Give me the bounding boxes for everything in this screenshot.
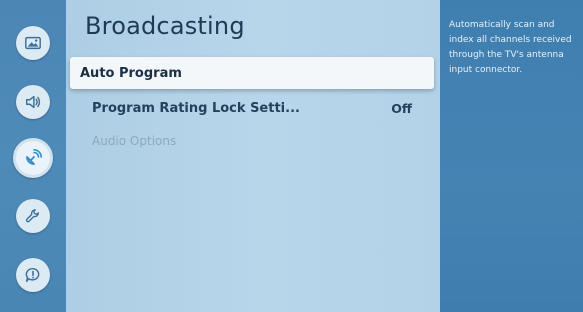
rail-item-support[interactable] (16, 258, 50, 292)
sound-icon (25, 95, 41, 109)
menu-item-audio-options: Audio Options (70, 125, 434, 157)
menu-item-label: Auto Program (80, 65, 182, 81)
menu-item-program-rating-lock[interactable]: Program Rating Lock Setti... Off (70, 92, 434, 124)
page-title: Broadcasting (85, 12, 245, 40)
help-description: Automatically scan and index all channel… (449, 20, 572, 75)
rail-item-sound[interactable] (16, 85, 50, 119)
rail-item-broadcasting[interactable] (13, 138, 53, 178)
support-icon (25, 267, 40, 283)
picture-icon (25, 36, 41, 50)
broadcasting-icon (26, 149, 42, 165)
menu-item-label: Audio Options (92, 134, 177, 148)
menu-item-value: Off (391, 100, 412, 116)
wrench-icon (25, 209, 39, 223)
broadcasting-panel: Broadcasting Auto Program Program Rating… (66, 0, 440, 312)
tv-settings-screen: Broadcasting Auto Program Program Rating… (0, 0, 583, 312)
rail-item-picture[interactable] (16, 26, 50, 60)
category-rail (0, 0, 66, 312)
info-panel: Automatically scan and index all channel… (440, 0, 583, 312)
menu-item-label: Program Rating Lock Setti... (92, 100, 300, 116)
rail-item-general[interactable] (16, 199, 50, 233)
menu-item-auto-program[interactable]: Auto Program (70, 57, 434, 89)
